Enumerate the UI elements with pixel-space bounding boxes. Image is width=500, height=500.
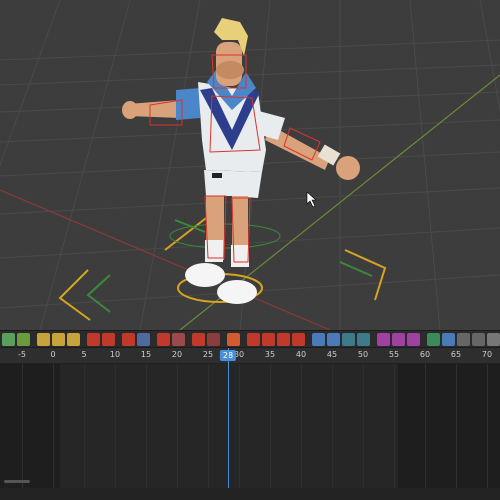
curve-editor-icon[interactable]	[442, 332, 455, 346]
frame-gridline	[22, 364, 23, 488]
frame-gridline	[84, 364, 85, 488]
toolbar-separator	[117, 333, 120, 346]
timeline-scrollbar[interactable]	[4, 480, 30, 483]
key-filter-icon[interactable]	[67, 332, 80, 346]
settings-icon[interactable]	[487, 332, 500, 346]
pose-icon[interactable]	[192, 332, 205, 346]
toolbar-separator	[187, 333, 190, 346]
frame-tick-label: 45	[326, 350, 338, 359]
frame-gridline	[301, 364, 302, 488]
frame-tick-label: 70	[481, 350, 493, 359]
status-bar	[0, 488, 500, 500]
frame-icon[interactable]	[342, 332, 355, 346]
motion-icon[interactable]	[122, 332, 135, 346]
mouse-cursor	[306, 191, 317, 208]
curve-ease-icon[interactable]	[102, 332, 115, 346]
paste-icon[interactable]	[472, 332, 485, 346]
tween-icon[interactable]	[392, 332, 405, 346]
frame-ruler[interactable]: -5 0 5 10 15 20 25 30 35 40 45 50 55 60 65 70	[0, 348, 500, 364]
playhead[interactable]	[228, 348, 229, 488]
toolbar-separator	[307, 333, 310, 346]
rotate-icon[interactable]	[277, 332, 290, 346]
x-axis-line	[0, 189, 331, 330]
toolbar-separator	[222, 333, 225, 346]
frame2-icon[interactable]	[357, 332, 370, 346]
toolbar-separator	[82, 333, 85, 346]
marker-icon[interactable]	[312, 332, 325, 346]
3d-viewport[interactable]	[0, 0, 500, 330]
toolbar-separator	[372, 333, 375, 346]
motion2-icon[interactable]	[137, 332, 150, 346]
frame-tick-label: 65	[450, 350, 462, 359]
frame-tick-label: 5	[81, 350, 87, 359]
frame-range	[60, 364, 398, 488]
key-delete-icon[interactable]	[52, 332, 65, 346]
toolbar-separator	[152, 333, 155, 346]
bone2-icon[interactable]	[172, 332, 185, 346]
scale-icon[interactable]	[292, 332, 305, 346]
bone-icon[interactable]	[157, 332, 170, 346]
animation-toolbar	[0, 330, 500, 348]
frame-gridline	[270, 364, 271, 488]
toolbar-separator	[242, 333, 245, 346]
frame-gridline	[115, 364, 116, 488]
key-icon[interactable]	[17, 332, 30, 346]
character-model	[122, 18, 360, 304]
key-insert-icon[interactable]	[37, 332, 50, 346]
lock-icon[interactable]	[247, 332, 260, 346]
copy-icon[interactable]	[457, 332, 470, 346]
frame-tick-label: 60	[419, 350, 431, 359]
frame-tick-label: 25	[202, 350, 214, 359]
select-icon[interactable]	[327, 332, 340, 346]
frame-tick-label: 50	[357, 350, 369, 359]
dope-sheet[interactable]	[0, 364, 500, 488]
frame-gridline	[53, 364, 54, 488]
toolbar-separator	[32, 333, 35, 346]
frame-gridline	[208, 364, 209, 488]
bake-icon[interactable]	[427, 332, 440, 346]
frame-tick-label: 55	[388, 350, 400, 359]
frame-gridline	[487, 364, 488, 488]
frame-gridline	[456, 364, 457, 488]
frame-tick-label: 0	[50, 350, 56, 359]
frame-gridline	[146, 364, 147, 488]
tween2-icon[interactable]	[407, 332, 420, 346]
person-icon[interactable]	[227, 332, 240, 346]
frame-tick-label: 10	[109, 350, 121, 359]
frame-tick-label: 15	[140, 350, 152, 359]
frame-tick-label: -5	[18, 350, 26, 359]
frame-gridline	[332, 364, 333, 488]
frame-gridline	[177, 364, 178, 488]
graph-icon[interactable]	[262, 332, 275, 346]
toolbar-separator	[422, 333, 425, 346]
keyframe-icon[interactable]	[2, 332, 15, 346]
frame-tick-label: 35	[264, 350, 276, 359]
frame-tick-label: 20	[171, 350, 183, 359]
frame-tick-label: 40	[295, 350, 307, 359]
pose2-icon[interactable]	[207, 332, 220, 346]
frame-gridline	[239, 364, 240, 488]
frame-gridline	[363, 364, 364, 488]
random-icon[interactable]	[377, 332, 390, 346]
frame-gridline	[425, 364, 426, 488]
curve-icon[interactable]	[87, 332, 100, 346]
frame-gridline	[394, 364, 395, 488]
scene-svg	[0, 0, 500, 330]
